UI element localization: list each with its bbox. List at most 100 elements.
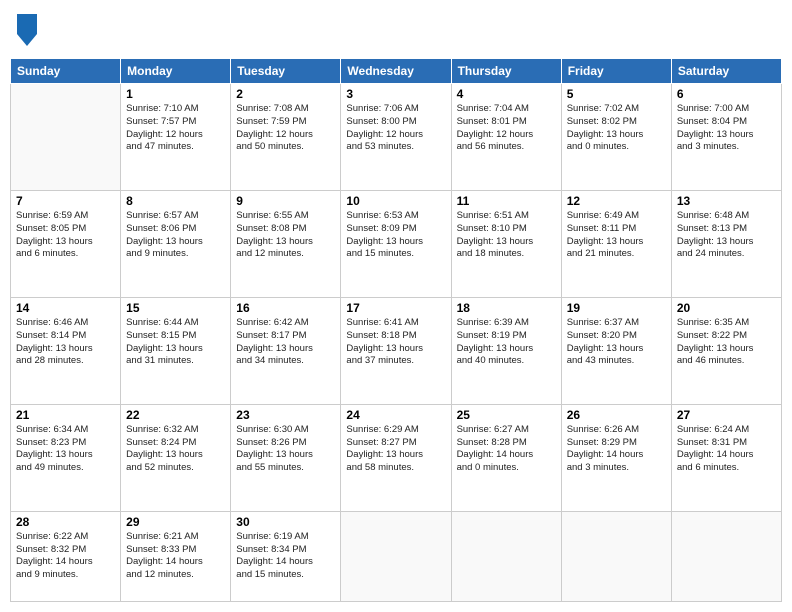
calendar-week-row: 14 Sunrise: 6:46 AM Sunset: 8:14 PM Dayli… [11, 297, 782, 404]
day-number: 3 [346, 87, 445, 101]
day-info: Sunrise: 7:00 AM Sunset: 8:04 PM Dayligh… [677, 103, 776, 154]
day-number: 4 [457, 87, 556, 101]
calendar-cell [341, 511, 451, 601]
calendar-cell: 16Sunrise: 6:42 AM Sunset: 8:17 PM Dayli… [231, 297, 341, 404]
logo [14, 14, 37, 46]
calendar-cell: 6 Sunrise: 7:00 AM Sunset: 8:04 PM Daylig… [671, 84, 781, 191]
day-info: Sunrise: 6:26 AM Sunset: 8:29 PM Dayligh… [567, 424, 666, 475]
day-info: Sunrise: 6:29 AM Sunset: 8:27 PM Dayligh… [346, 424, 445, 475]
day-number: 17 [346, 301, 445, 315]
day-number: 25 [457, 408, 556, 422]
day-number: 23 [236, 408, 335, 422]
calendar-cell: 15 Sunrise: 6:44 AM Sunset: 8:15 PM Dayli… [121, 297, 231, 404]
calendar-cell: 4 Sunrise: 7:04 AM Sunset: 8:01 PM Daylig… [451, 84, 561, 191]
day-info: Sunrise: 6:59 AM Sunset: 8:05 PM Dayligh… [16, 210, 115, 261]
calendar-cell [11, 84, 121, 191]
day-info: Sunrise: 6:39 AM Sunset: 8:19 PM Dayligh… [457, 317, 556, 368]
calendar-cell: 10Sunrise: 6:53 AM Sunset: 8:09 PM Dayli… [341, 190, 451, 297]
day-info: Sunrise: 6:42 AM Sunset: 8:17 PM Dayligh… [236, 317, 335, 368]
day-info: Sunrise: 6:55 AM Sunset: 8:08 PM Dayligh… [236, 210, 335, 261]
day-info: Sunrise: 6:49 AM Sunset: 8:11 PM Dayligh… [567, 210, 666, 261]
day-number: 21 [16, 408, 115, 422]
calendar-week-row: 21 Sunrise: 6:34 AM Sunset: 8:23 PM Dayli… [11, 404, 782, 511]
day-number: 8 [126, 194, 225, 208]
day-info: Sunrise: 6:24 AM Sunset: 8:31 PM Dayligh… [677, 424, 776, 475]
calendar-cell: 13Sunrise: 6:48 AM Sunset: 8:13 PM Dayli… [671, 190, 781, 297]
calendar-cell: 8 Sunrise: 6:57 AM Sunset: 8:06 PM Daylig… [121, 190, 231, 297]
calendar-week-row: 7 Sunrise: 6:59 AM Sunset: 8:05 PM Daylig… [11, 190, 782, 297]
day-info: Sunrise: 7:02 AM Sunset: 8:02 PM Dayligh… [567, 103, 666, 154]
day-info: Sunrise: 6:46 AM Sunset: 8:14 PM Dayligh… [16, 317, 115, 368]
day-number: 28 [16, 515, 115, 529]
calendar-cell: 14 Sunrise: 6:46 AM Sunset: 8:14 PM Dayli… [11, 297, 121, 404]
day-info: Sunrise: 7:04 AM Sunset: 8:01 PM Dayligh… [457, 103, 556, 154]
day-info: Sunrise: 6:41 AM Sunset: 8:18 PM Dayligh… [346, 317, 445, 368]
calendar-cell: 9Sunrise: 6:55 AM Sunset: 8:08 PM Daylig… [231, 190, 341, 297]
calendar-cell: 26 Sunrise: 6:26 AM Sunset: 8:29 PM Dayli… [561, 404, 671, 511]
calendar-cell: 22 Sunrise: 6:32 AM Sunset: 8:24 PM Dayli… [121, 404, 231, 511]
calendar-cell [671, 511, 781, 601]
calendar-cell: 5 Sunrise: 7:02 AM Sunset: 8:02 PM Daylig… [561, 84, 671, 191]
day-number: 5 [567, 87, 666, 101]
day-number: 7 [16, 194, 115, 208]
weekday-header: Monday [121, 59, 231, 84]
day-number: 26 [567, 408, 666, 422]
calendar-cell: 21 Sunrise: 6:34 AM Sunset: 8:23 PM Dayli… [11, 404, 121, 511]
day-number: 22 [126, 408, 225, 422]
day-number: 2 [236, 87, 335, 101]
day-number: 12 [567, 194, 666, 208]
day-info: Sunrise: 6:19 AM Sunset: 8:34 PM Dayligh… [236, 531, 335, 582]
calendar-page: SundayMondayTuesdayWednesdayThursdayFrid… [0, 0, 792, 612]
weekday-header: Sunday [11, 59, 121, 84]
calendar-cell: 20Sunrise: 6:35 AM Sunset: 8:22 PM Dayli… [671, 297, 781, 404]
calendar-table: SundayMondayTuesdayWednesdayThursdayFrid… [10, 58, 782, 602]
day-number: 18 [457, 301, 556, 315]
header [10, 10, 782, 50]
day-number: 14 [16, 301, 115, 315]
weekday-header: Friday [561, 59, 671, 84]
weekday-header: Thursday [451, 59, 561, 84]
calendar-cell: 24 Sunrise: 6:29 AM Sunset: 8:27 PM Dayli… [341, 404, 451, 511]
calendar-cell: 12 Sunrise: 6:49 AM Sunset: 8:11 PM Dayli… [561, 190, 671, 297]
day-info: Sunrise: 6:44 AM Sunset: 8:15 PM Dayligh… [126, 317, 225, 368]
day-info: Sunrise: 6:37 AM Sunset: 8:20 PM Dayligh… [567, 317, 666, 368]
calendar-cell [451, 511, 561, 601]
header-row: SundayMondayTuesdayWednesdayThursdayFrid… [11, 59, 782, 84]
calendar-cell [561, 511, 671, 601]
calendar-cell: 2 Sunrise: 7:08 AM Sunset: 7:59 PM Daylig… [231, 84, 341, 191]
weekday-header: Wednesday [341, 59, 451, 84]
calendar-cell: 18 Sunrise: 6:39 AM Sunset: 8:19 PM Dayli… [451, 297, 561, 404]
day-number: 29 [126, 515, 225, 529]
day-info: Sunrise: 7:06 AM Sunset: 8:00 PM Dayligh… [346, 103, 445, 154]
calendar-cell: 23Sunrise: 6:30 AM Sunset: 8:26 PM Dayli… [231, 404, 341, 511]
day-info: Sunrise: 6:21 AM Sunset: 8:33 PM Dayligh… [126, 531, 225, 582]
day-info: Sunrise: 6:32 AM Sunset: 8:24 PM Dayligh… [126, 424, 225, 475]
day-info: Sunrise: 6:48 AM Sunset: 8:13 PM Dayligh… [677, 210, 776, 261]
day-info: Sunrise: 7:10 AM Sunset: 7:57 PM Dayligh… [126, 103, 225, 154]
calendar-cell: 1Sunrise: 7:10 AM Sunset: 7:57 PM Daylig… [121, 84, 231, 191]
calendar-cell: 19 Sunrise: 6:37 AM Sunset: 8:20 PM Dayli… [561, 297, 671, 404]
day-info: Sunrise: 6:22 AM Sunset: 8:32 PM Dayligh… [16, 531, 115, 582]
calendar-cell: 30 Sunrise: 6:19 AM Sunset: 8:34 PM Dayli… [231, 511, 341, 601]
day-number: 19 [567, 301, 666, 315]
calendar-cell: 25Sunrise: 6:27 AM Sunset: 8:28 PM Dayli… [451, 404, 561, 511]
day-number: 15 [126, 301, 225, 315]
day-number: 24 [346, 408, 445, 422]
calendar-cell: 3 Sunrise: 7:06 AM Sunset: 8:00 PM Daylig… [341, 84, 451, 191]
calendar-week-row: 1Sunrise: 7:10 AM Sunset: 7:57 PM Daylig… [11, 84, 782, 191]
weekday-header: Tuesday [231, 59, 341, 84]
logo-icon [17, 14, 37, 46]
day-number: 20 [677, 301, 776, 315]
day-number: 30 [236, 515, 335, 529]
day-info: Sunrise: 7:08 AM Sunset: 7:59 PM Dayligh… [236, 103, 335, 154]
day-info: Sunrise: 6:34 AM Sunset: 8:23 PM Dayligh… [16, 424, 115, 475]
day-number: 11 [457, 194, 556, 208]
day-number: 10 [346, 194, 445, 208]
day-info: Sunrise: 6:57 AM Sunset: 8:06 PM Dayligh… [126, 210, 225, 261]
calendar-cell: 17 Sunrise: 6:41 AM Sunset: 8:18 PM Dayli… [341, 297, 451, 404]
day-number: 27 [677, 408, 776, 422]
day-number: 6 [677, 87, 776, 101]
calendar-week-row: 28 Sunrise: 6:22 AM Sunset: 8:32 PM Dayli… [11, 511, 782, 601]
calendar-cell: 11Sunrise: 6:51 AM Sunset: 8:10 PM Dayli… [451, 190, 561, 297]
calendar-cell: 27 Sunrise: 6:24 AM Sunset: 8:31 PM Dayli… [671, 404, 781, 511]
